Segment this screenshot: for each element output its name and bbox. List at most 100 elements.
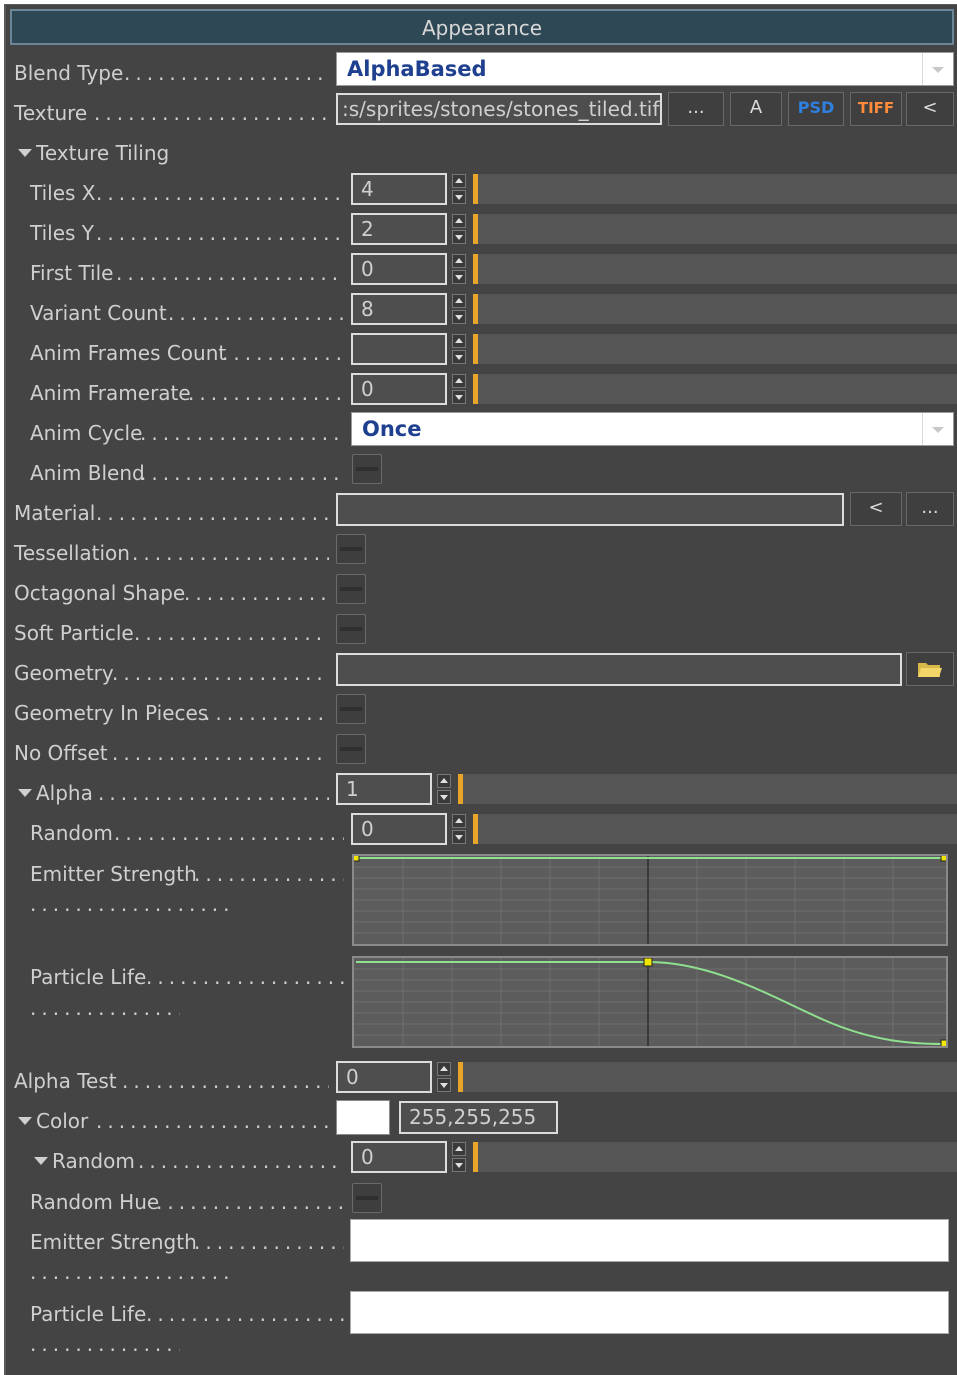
anim-frames-count-spinner[interactable]	[452, 334, 466, 364]
arrow-up-icon[interactable]	[452, 374, 466, 388]
tiles-y-slider[interactable]	[473, 214, 957, 244]
slider-handle[interactable]	[473, 1142, 478, 1172]
color-random-slider[interactable]	[473, 1142, 957, 1172]
anim-frames-count-input[interactable]	[351, 333, 447, 365]
arrow-up-icon[interactable]	[437, 1062, 451, 1076]
color-swatch[interactable]	[336, 1100, 390, 1135]
tiff-icon[interactable]: TIFF	[850, 92, 902, 126]
color-random-spinner[interactable]	[452, 1142, 466, 1172]
tiles-x-label: Tiles X	[30, 181, 96, 205]
arrow-down-icon[interactable]	[452, 390, 466, 404]
color-random-input[interactable]: 0	[351, 1141, 447, 1173]
color-value-field[interactable]: 255,255,255	[399, 1101, 558, 1134]
arrow-up-icon[interactable]	[452, 1142, 466, 1156]
alpha-random-input[interactable]: 0	[351, 813, 447, 845]
slider-handle[interactable]	[473, 174, 478, 204]
folder-open-icon[interactable]	[906, 652, 954, 686]
no-offset-checkbox[interactable]	[336, 734, 366, 764]
leader-dots: ..............................	[146, 965, 344, 989]
alpha-slider[interactable]	[458, 774, 957, 804]
arrow-down-icon[interactable]	[437, 790, 451, 804]
octagonal-shape-checkbox[interactable]	[336, 574, 366, 604]
color-toggle[interactable]: Color	[18, 1107, 88, 1135]
tiles-x-spinner[interactable]	[452, 174, 466, 204]
alpha-test-input[interactable]: 0	[336, 1061, 432, 1093]
slider-handle[interactable]	[473, 214, 478, 244]
first-tile-slider[interactable]	[473, 254, 957, 284]
alpha-emitter-strength-curve[interactable]	[352, 854, 948, 946]
anim-framerate-input[interactable]: 0	[351, 373, 447, 405]
slider-handle[interactable]	[473, 814, 478, 844]
alpha-input[interactable]: 1	[336, 773, 432, 805]
slider-handle[interactable]	[473, 254, 478, 284]
variant-count-spinner[interactable]	[452, 294, 466, 324]
arrow-up-icon[interactable]	[452, 334, 466, 348]
chevron-down-icon[interactable]	[922, 413, 953, 445]
arrow-up-icon[interactable]	[452, 254, 466, 268]
arrow-down-icon[interactable]	[452, 830, 466, 844]
geometry-field[interactable]	[336, 653, 902, 686]
alpha-test-slider[interactable]	[458, 1062, 957, 1092]
arrow-down-icon[interactable]	[452, 190, 466, 204]
arrow-up-icon[interactable]	[437, 774, 451, 788]
tessellation-checkbox[interactable]	[336, 534, 366, 564]
soft-particle-checkbox[interactable]	[336, 614, 366, 644]
alpha-test-spinner[interactable]	[437, 1062, 451, 1092]
first-tile-input[interactable]: 0	[351, 253, 447, 285]
arrow-down-icon[interactable]	[452, 350, 466, 364]
variant-count-slider[interactable]	[473, 294, 957, 324]
arrow-up-icon[interactable]	[452, 214, 466, 228]
texture-tiling-toggle[interactable]: Texture Tiling	[18, 139, 169, 167]
texture-back-button[interactable]: <	[906, 92, 954, 126]
tiles-y-input[interactable]: 2	[351, 213, 447, 245]
psd-icon[interactable]: PSD	[788, 92, 844, 126]
geometry-in-pieces-checkbox[interactable]	[336, 694, 366, 724]
blend-type-dropdown[interactable]: AlphaBased	[336, 52, 954, 86]
texture-a-button[interactable]: A	[730, 92, 782, 126]
slider-handle[interactable]	[458, 1062, 463, 1092]
anim-frames-count-slider[interactable]	[473, 334, 957, 364]
material-back-button[interactable]: <	[850, 492, 902, 526]
slider-handle[interactable]	[458, 774, 463, 804]
alpha-random-slider[interactable]	[473, 814, 957, 844]
slider-handle[interactable]	[473, 294, 478, 324]
color-random-toggle[interactable]: Random	[34, 1147, 135, 1175]
anim-framerate-spinner[interactable]	[452, 374, 466, 404]
arrow-down-icon[interactable]	[452, 1158, 466, 1172]
variant-count-input[interactable]: 8	[351, 293, 447, 325]
arrow-up-icon[interactable]	[452, 294, 466, 308]
alpha-spinner[interactable]	[437, 774, 451, 804]
texture-browse-button[interactable]: ...	[668, 92, 724, 126]
arrow-down-icon[interactable]	[452, 230, 466, 244]
arrow-down-icon[interactable]	[437, 1078, 451, 1092]
section-header-appearance[interactable]: Appearance	[10, 9, 954, 45]
tiles-x-input[interactable]: 4	[351, 173, 447, 205]
arrow-down-icon[interactable]	[452, 310, 466, 324]
arrow-down-icon[interactable]	[452, 270, 466, 284]
arrow-up-icon[interactable]	[452, 814, 466, 828]
tiles-y-spinner[interactable]	[452, 214, 466, 244]
arrow-up-icon[interactable]	[452, 174, 466, 188]
random-hue-checkbox[interactable]	[352, 1183, 382, 1213]
alpha-particle-life-curve[interactable]	[352, 956, 948, 1048]
first-tile-spinner[interactable]	[452, 254, 466, 284]
material-field[interactable]	[336, 493, 844, 526]
anim-framerate-slider[interactable]	[473, 374, 957, 404]
texture-path-field[interactable]: :s/sprites/stones/stones_tiled.tif	[336, 93, 662, 125]
no-offset-label: No Offset	[14, 741, 108, 765]
leader-dots: ..............................	[140, 421, 344, 445]
leader-dots: ..............................	[188, 381, 344, 405]
alpha-random-spinner[interactable]	[452, 814, 466, 844]
alpha-toggle[interactable]: Alpha	[18, 779, 93, 807]
color-emitter-strength-gradient[interactable]	[350, 1219, 949, 1262]
chevron-down-icon[interactable]	[922, 53, 953, 85]
texture-label: Texture	[14, 101, 88, 125]
material-browse-button[interactable]: ...	[906, 492, 954, 526]
slider-handle[interactable]	[473, 374, 478, 404]
color-particle-life-gradient[interactable]	[350, 1291, 949, 1334]
anim-blend-checkbox[interactable]	[352, 454, 382, 484]
anim-cycle-dropdown[interactable]: Once	[351, 412, 954, 446]
slider-handle[interactable]	[473, 334, 478, 364]
anim-cycle-value: Once	[362, 417, 422, 441]
tiles-x-slider[interactable]	[473, 174, 957, 204]
